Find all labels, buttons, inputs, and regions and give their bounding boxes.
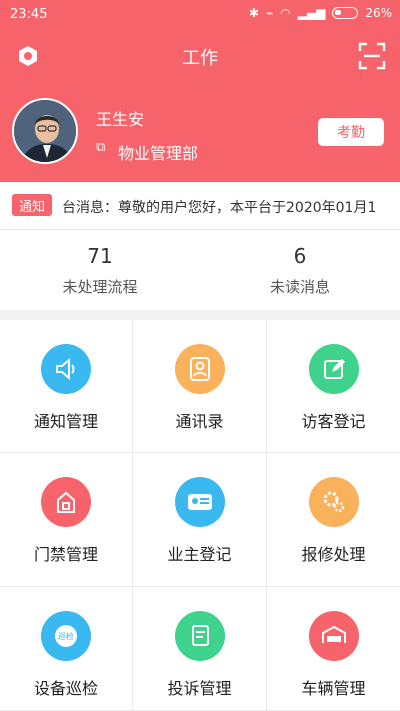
battery-percent: 26%: [365, 6, 392, 20]
stat-unread-messages[interactable]: 6 未读消息: [200, 230, 400, 310]
vibrate-icon: ⌁: [265, 6, 274, 20]
lock-icon: [41, 477, 91, 527]
notice-bar[interactable]: 通知 台消息：尊敬的用户您好，本平台于2020年01月1: [0, 182, 400, 230]
status-time: 23:45: [10, 7, 48, 22]
status-icons: ✱ ⌁ ◠ ▂▄▆ 26%: [249, 6, 392, 20]
stat-pending-processes[interactable]: 71 未处理流程: [0, 230, 200, 310]
grid-item-label: 报修处理: [301, 545, 366, 564]
scan-button[interactable]: [358, 42, 386, 70]
wifi-icon: ◠: [280, 6, 291, 20]
inspection-icon-text: 巡检: [58, 631, 74, 641]
grid-item-label: 门禁管理: [33, 545, 98, 564]
status-bar: 23:45 ✱ ⌁ ◠ ▂▄▆ 26%: [0, 0, 400, 30]
department-icon: ⧉: [96, 140, 106, 155]
grid-item-label: 通讯录: [175, 412, 224, 431]
grid-item-contacts[interactable]: 通讯录: [133, 320, 267, 453]
gears-icon: [308, 477, 359, 527]
grid-item-owner-registration[interactable]: 业主登记: [133, 453, 267, 587]
grid-item-label: 业主登记: [167, 545, 232, 564]
speaker-icon: [41, 344, 91, 394]
avatar[interactable]: [12, 98, 78, 164]
user-department: 物业管理部: [118, 144, 199, 163]
vehicle-icon: [308, 611, 359, 661]
notice-text[interactable]: 台消息：尊敬的用户您好，本平台于2020年01月1: [62, 197, 376, 217]
grid-item-visitor-registration[interactable]: 访客登记: [267, 320, 400, 453]
grid-item-label: 车辆管理: [301, 679, 366, 698]
edit-icon: [308, 344, 359, 394]
avatar-photo: [14, 100, 76, 162]
grid-item-label: 设备巡检: [33, 679, 98, 698]
grid-item-notice-management[interactable]: 通知管理: [0, 320, 133, 453]
stats-panel: 71 未处理流程 6 未读消息: [0, 230, 400, 310]
grid-item-label: 访客登记: [301, 412, 366, 431]
grid-item-label: 投诉管理: [167, 679, 232, 698]
grid-item-repair-handling[interactable]: 报修处理: [267, 453, 400, 587]
complaint-icon: [174, 611, 225, 661]
battery-icon: [332, 7, 359, 19]
stat-value: 6: [293, 244, 307, 268]
page-title: 工作: [182, 48, 218, 69]
stat-label: 未处理流程: [62, 278, 138, 296]
bluetooth-icon: ✱: [248, 6, 259, 20]
grid-item-equipment-inspection[interactable]: 巡检 设备巡检: [0, 587, 133, 711]
header: 工作 王生安 ⧉ 物业管理部 考勤: [0, 30, 400, 182]
stat-label: 未读消息: [269, 278, 330, 296]
grid-item-access-control[interactable]: 门禁管理: [0, 453, 133, 587]
checkin-button[interactable]: 考勤: [318, 118, 384, 146]
inspection-icon: 巡检: [41, 611, 91, 661]
id-card-icon: [174, 477, 225, 527]
function-grid: 通知管理 通讯录 访客登记 门禁管理 业主登记 报修处理 巡检 设备巡检 投诉管…: [0, 320, 400, 711]
grid-item-label: 通知管理: [33, 412, 98, 431]
signal-icon: ▂▄▆: [297, 6, 326, 20]
stat-value: 71: [87, 244, 113, 268]
notice-tag: 通知: [12, 194, 52, 216]
scan-icon: [358, 42, 386, 70]
user-name: 王生安: [96, 110, 145, 129]
grid-item-complaint-management[interactable]: 投诉管理: [133, 587, 267, 711]
grid-item-vehicle-management[interactable]: 车辆管理: [267, 587, 400, 711]
contact-icon: [174, 344, 225, 394]
